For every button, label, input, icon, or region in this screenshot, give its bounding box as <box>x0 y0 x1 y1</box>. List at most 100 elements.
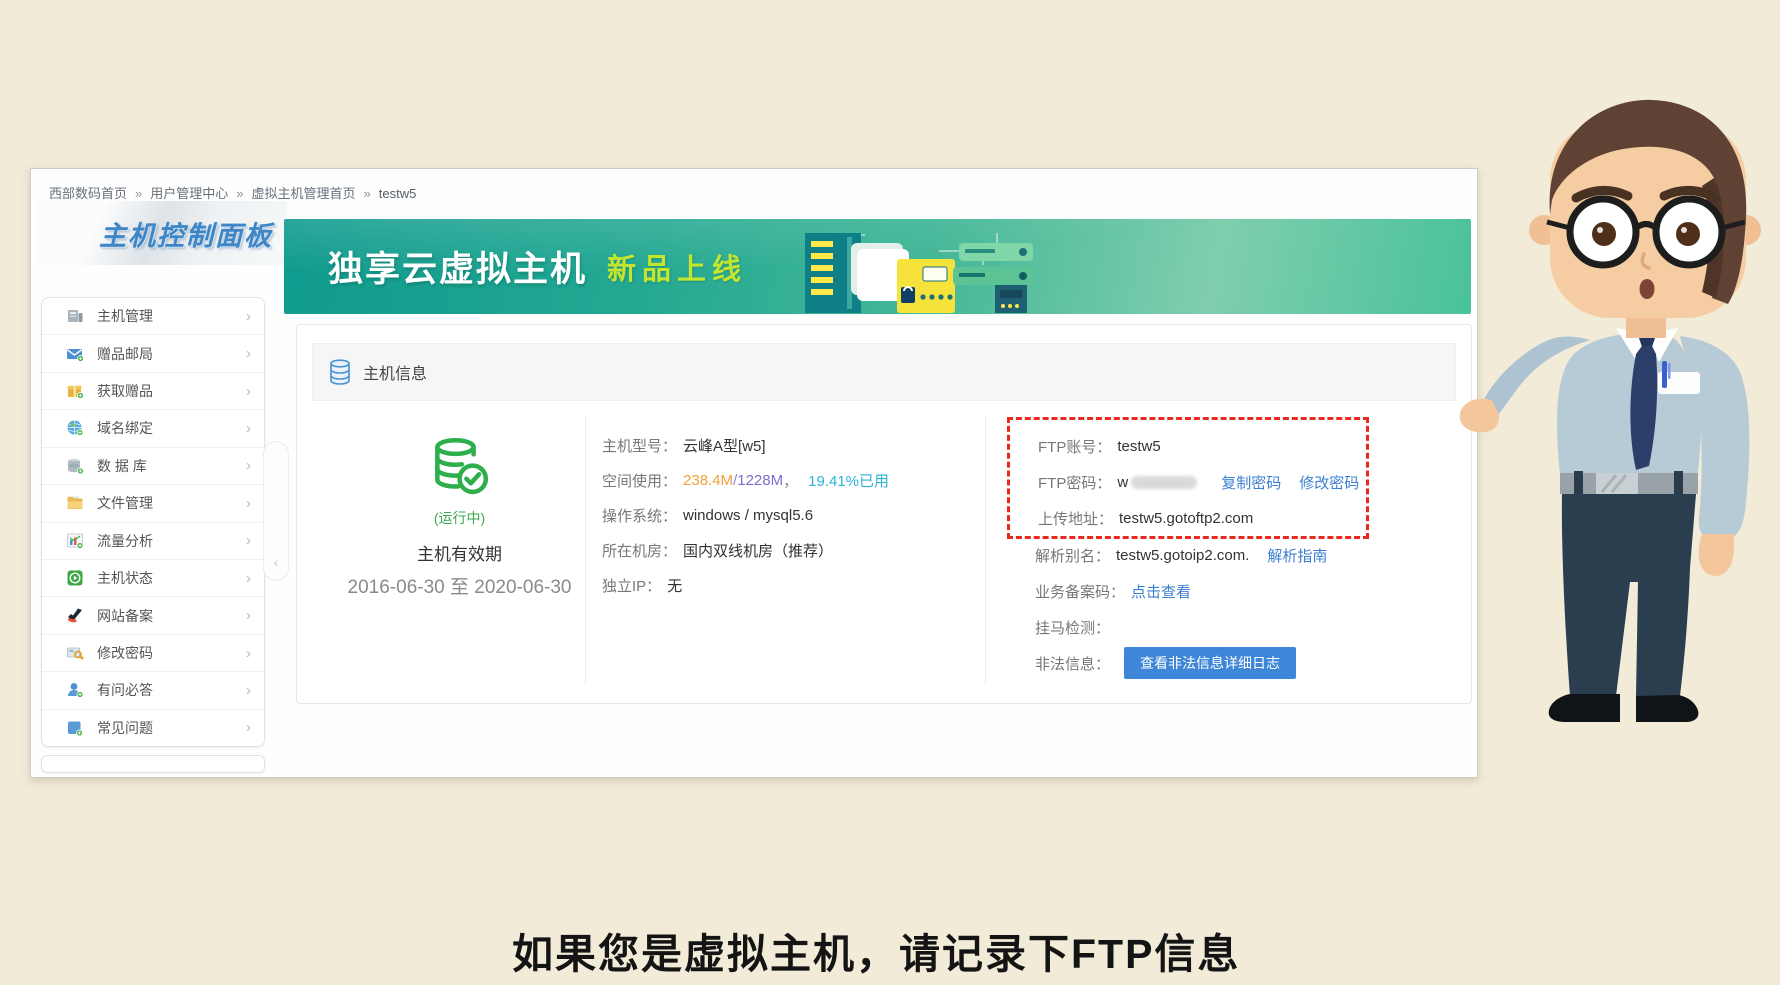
video-subtitle: 如果您是虚拟主机，请记录下FTP信息 <box>512 920 1240 980</box>
globe-icon <box>66 419 84 437</box>
mail-icon <box>66 345 84 363</box>
ftp-info-highlight-box: FTP账号： testw5 FTP密码： w 复制密码 修改密码 上传地址： t… <box>1007 417 1369 539</box>
control-panel-window: 西部数码首页»用户管理中心»虚拟主机管理首页»testw5 主机控制面板 主机管… <box>30 168 1478 778</box>
ftp-upload-row: 上传地址： testw5.gotoftp2.com <box>1038 500 1366 536</box>
sidebar-item-qa[interactable]: 有问必答 › <box>42 672 264 709</box>
space-total: 1228M <box>737 472 783 489</box>
sidebar-item-label: 赠品邮局 <box>97 344 153 364</box>
chevron-right-icon: › <box>246 495 251 512</box>
detail-row-model: 主机型号： 云峰A型[w5] <box>602 428 972 463</box>
sidebar-item-label: 主机状态 <box>97 568 153 588</box>
sidebar-logo-text: 主机控制面板 <box>99 214 273 253</box>
chevron-right-icon: › <box>246 420 251 437</box>
breadcrumb-user-center-link[interactable]: 用户管理中心 <box>150 186 228 201</box>
folder-icon <box>66 494 84 512</box>
sidebar-item-label: 网站备案 <box>97 606 153 626</box>
ftp-password-row: FTP密码： w 复制密码 修改密码 <box>1038 464 1366 500</box>
host-detail-column: 主机型号： 云峰A型[w5] 空间使用： 238.4M / 1228M ， 19… <box>602 428 972 603</box>
promo-banner-text: 独享云虚拟主机 新品上线 <box>328 219 747 314</box>
status-icon <box>66 569 84 587</box>
chevron-right-icon: › <box>246 607 251 624</box>
detail-row-room: 所在机房： 国内双线机房（推荐） <box>602 533 972 568</box>
os-value: windows / mysql5.6 <box>683 507 813 524</box>
ip-label: 独立IP： <box>602 575 661 596</box>
chevron-right-icon: › <box>246 345 251 362</box>
sidebar-item-gift-mail[interactable]: 赠品邮局 › <box>42 335 264 372</box>
trojan-check-label: 挂马检测： <box>1035 617 1110 638</box>
chevron-right-icon: › <box>246 532 251 549</box>
ftp-password-label: FTP密码： <box>1038 472 1111 493</box>
ip-value: 无 <box>667 575 682 596</box>
validity-value: 2016-06-30 至 2020-06-30 <box>327 572 592 599</box>
beian-icon <box>66 607 84 625</box>
view-illegal-log-button[interactable]: 查看非法信息详细日志 <box>1124 647 1296 679</box>
sidebar-menu: 主机管理 › 赠品邮局 › 获取赠品 › 域名绑定 › 数 据 库 › 文件管理… <box>41 297 265 747</box>
sidebar-item-traffic-analysis[interactable]: 流量分析 › <box>42 523 264 560</box>
banner-badge: 新品上线 <box>607 246 747 288</box>
sidebar-item-database[interactable]: 数 据 库 › <box>42 448 264 485</box>
space-percent: 19.41%已用 <box>808 470 889 491</box>
upload-address-label: 上传地址： <box>1038 508 1113 529</box>
copy-password-link[interactable]: 复制密码 <box>1221 472 1281 493</box>
host-info-header: 主机信息 <box>312 343 1456 401</box>
sidebar-item-label: 修改密码 <box>97 643 153 663</box>
sidebar-item-label: 主机管理 <box>97 306 153 326</box>
gift-icon <box>66 382 84 400</box>
host-status-column: (运行中) 主机有效期 2016-06-30 至 2020-06-30 <box>327 437 592 599</box>
sidebar-item-label: 域名绑定 <box>97 418 153 438</box>
chevron-right-icon: › <box>246 682 251 699</box>
illegal-info-label: 非法信息： <box>1035 653 1110 674</box>
sidebar-item-label: 获取赠品 <box>97 381 153 401</box>
detail-row-space: 空间使用： 238.4M / 1228M ， 19.41%已用 <box>602 463 972 498</box>
database-blue-icon <box>329 359 351 386</box>
breadcrumb-separator: » <box>364 186 371 201</box>
sidebar-item-host-status[interactable]: 主机状态 › <box>42 560 264 597</box>
column-divider <box>985 417 986 685</box>
beian-code-label: 业务备案码： <box>1035 581 1125 602</box>
sidebar-item-file-manage[interactable]: 文件管理 › <box>42 485 264 522</box>
person-icon <box>66 681 84 699</box>
sidebar-item-change-password[interactable]: 修改密码 › <box>42 635 264 672</box>
room-value: 国内双线机房（推荐） <box>683 540 833 561</box>
breadcrumb-host-manage-link[interactable]: 虚拟主机管理首页 <box>252 186 356 201</box>
chevron-right-icon: › <box>246 719 251 736</box>
sidebar-item-get-gift[interactable]: 获取赠品 › <box>42 373 264 410</box>
host-extra-column: 解析别名： testw5.gotoip2.com. 解析指南 业务备案码： 点击… <box>1035 537 1465 681</box>
detail-row-os: 操作系统： windows / mysql5.6 <box>602 498 972 533</box>
sidebar-item-host-manage[interactable]: 主机管理 › <box>42 298 264 335</box>
chevron-left-icon: ‹ <box>274 555 278 570</box>
dns-guide-link[interactable]: 解析指南 <box>1267 545 1327 566</box>
detail-row-ip: 独立IP： 无 <box>602 568 972 603</box>
sidebar-collapsed-group <box>41 755 265 773</box>
chevron-right-icon: › <box>246 570 251 587</box>
room-label: 所在机房： <box>602 540 677 561</box>
sidebar-collapse-handle[interactable]: ‹ <box>263 441 289 581</box>
host-running-icon <box>431 437 489 497</box>
space-label: 空间使用： <box>602 470 677 491</box>
sidebar-item-faq[interactable]: 常见问题 › <box>42 710 264 746</box>
sidebar-item-domain-bind[interactable]: 域名绑定 › <box>42 410 264 447</box>
sidebar-item-website-beian[interactable]: 网站备案 › <box>42 597 264 634</box>
chevron-right-icon: › <box>246 457 251 474</box>
presenter-illustration <box>1440 82 1780 782</box>
chart-icon <box>66 532 84 550</box>
os-label: 操作系统： <box>602 505 677 526</box>
sidebar-item-label: 有问必答 <box>97 680 153 700</box>
change-password-link[interactable]: 修改密码 <box>1299 472 1359 493</box>
ftp-account-value: testw5 <box>1117 438 1160 455</box>
host-info-card: 主机信息 (运行中) 主机有效期 2016-06-30 至 2020-06-30 <box>296 324 1472 704</box>
validity-label: 主机有效期 <box>327 540 592 565</box>
breadcrumb-home-link[interactable]: 西部数码首页 <box>49 186 127 201</box>
view-beian-code-link[interactable]: 点击查看 <box>1131 581 1191 602</box>
key-icon <box>66 644 84 662</box>
sidebar-item-label: 文件管理 <box>97 493 153 513</box>
chevron-right-icon: › <box>246 383 251 400</box>
breadcrumb-current: testw5 <box>379 186 417 201</box>
section-title: 主机信息 <box>363 360 427 384</box>
banner-servers-illustration <box>789 223 1069 313</box>
faq-icon <box>66 719 84 737</box>
sidebar-item-label: 常见问题 <box>97 718 153 738</box>
promo-banner: 独享云虚拟主机 新品上线 <box>284 219 1471 314</box>
space-used: 238.4M <box>683 472 733 489</box>
sidebar-item-label: 流量分析 <box>97 531 153 551</box>
